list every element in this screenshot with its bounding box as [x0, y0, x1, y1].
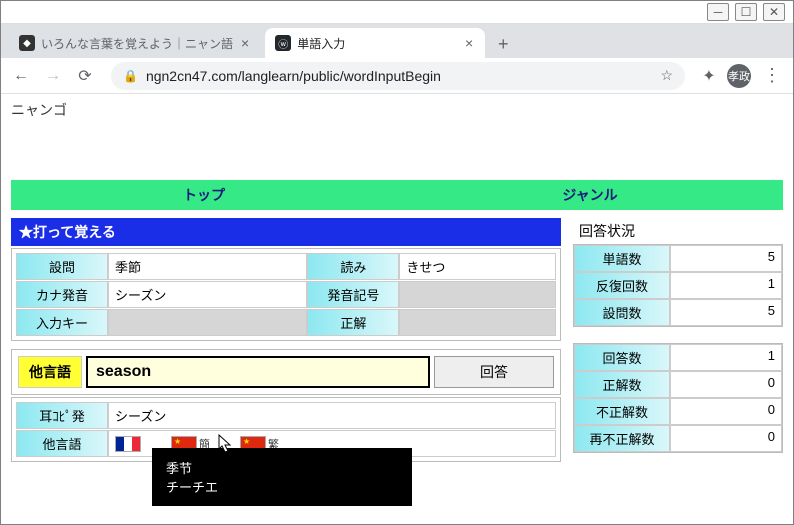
kebab-menu-icon[interactable]: ⋮ [759, 65, 785, 86]
table-row: 設問数 5 [574, 299, 782, 326]
tooltip-line1: 季节 [166, 458, 398, 477]
section-header: ★打って覚える [11, 218, 561, 246]
back-button[interactable]: ← [9, 64, 33, 88]
stats-value: 5 [670, 299, 782, 326]
new-tab-button[interactable]: + [489, 30, 517, 58]
table-row: 回答数 1 [574, 344, 782, 371]
value-inputkey [108, 309, 307, 336]
stats-label: 正解数 [574, 371, 670, 398]
label-kana: カナ発音 [16, 281, 108, 308]
value-correct [399, 309, 556, 336]
bookmark-star-icon[interactable]: ☆ [660, 67, 673, 84]
stats-header: 回答状況 [573, 218, 783, 244]
label-phonetic: 発音記号 [307, 281, 399, 308]
window-minimize-button[interactable]: ─ [707, 3, 729, 21]
tab-close-icon[interactable]: × [239, 35, 251, 51]
flag-tooltip: 季节 チーチエ [152, 448, 412, 506]
left-column: ★打って覚える 設問 季節 読み きせつ カナ発音 シーズン 発音記号 [11, 218, 561, 462]
answer-block: 他言語 回答 [11, 349, 561, 395]
value-phonetic [399, 281, 556, 308]
extra-block: 耳ｺﾋﾟ発 シーズン 他言語 簡 [11, 397, 561, 462]
tooltip-line2: チーチエ [166, 477, 398, 496]
france-flag-icon [115, 436, 141, 452]
stats-label: 回答数 [574, 344, 670, 371]
profile-avatar[interactable]: 孝政 [727, 64, 751, 88]
value-reading: きせつ [399, 253, 556, 280]
tab-close-icon[interactable]: × [463, 35, 475, 51]
table-row: 耳ｺﾋﾟ発 シーズン [16, 402, 556, 429]
browser-tab-active[interactable]: ⓦ 単語入力 × [265, 28, 485, 58]
table-row: 単語数 5 [574, 245, 782, 272]
stats-label: 反復回数 [574, 272, 670, 299]
label-reading: 読み [307, 253, 399, 280]
value-earcopy: シーズン [108, 402, 556, 429]
table-row: 入力キー 正解 [16, 309, 556, 336]
main-layout: ★打って覚える 設問 季節 読み きせつ カナ発音 シーズン 発音記号 [11, 218, 783, 462]
stats-value: 1 [670, 272, 782, 299]
stats-block-2: 回答数 1 正解数 0 不正解数 0 再不正解数 0 [573, 343, 783, 453]
stats-label: 単語数 [574, 245, 670, 272]
address-bar[interactable]: 🔒 ngn2cn47.com/langlearn/public/wordInpu… [111, 62, 685, 90]
tab-title: いろんな言葉を覚えよう｜ニャン語 [41, 35, 233, 52]
stats-value: 5 [670, 245, 782, 272]
label-correct: 正解 [307, 309, 399, 336]
stats-label: 不正解数 [574, 398, 670, 425]
table-row: 設問 季節 読み きせつ [16, 253, 556, 280]
answer-button[interactable]: 回答 [434, 356, 554, 388]
answer-input[interactable] [86, 356, 430, 388]
browser-tab-inactive[interactable]: ◆ いろんな言葉を覚えよう｜ニャン語 × [9, 28, 261, 58]
stats-value: 0 [670, 398, 782, 425]
stats-value: 0 [670, 425, 782, 452]
stats-label: 設問数 [574, 299, 670, 326]
lock-icon: 🔒 [123, 69, 138, 83]
top-nav: トップ ジャンル [11, 180, 783, 210]
label-inputkey: 入力キー [16, 309, 108, 336]
question-block: 設問 季節 読み きせつ カナ発音 シーズン 発音記号 入力キー 正 [11, 248, 561, 341]
wordpress-favicon-icon: ⓦ [275, 35, 291, 51]
window-controls: ─ ☐ ✕ [1, 1, 793, 24]
label-otherlang: 他言語 [16, 430, 108, 457]
stats-value: 1 [670, 344, 782, 371]
table-row: 再不正解数 0 [574, 425, 782, 452]
tab-title: 単語入力 [297, 35, 457, 52]
browser-toolbar: ← → ⟳ 🔒 ngn2cn47.com/langlearn/public/wo… [1, 58, 793, 94]
forward-button[interactable]: → [41, 64, 65, 88]
extensions-icon[interactable]: ✦ [699, 66, 719, 86]
reload-button[interactable]: ⟳ [73, 64, 97, 88]
window-close-button[interactable]: ✕ [763, 3, 785, 21]
other-language-tag: 他言語 [18, 356, 82, 388]
right-column: 回答状況 単語数 5 反復回数 1 設問数 5 [573, 218, 783, 462]
label-earcopy: 耳ｺﾋﾟ発 [16, 402, 108, 429]
label-question: 設問 [16, 253, 108, 280]
stats-block-1: 単語数 5 反復回数 1 設問数 5 [573, 244, 783, 327]
page-title: ニャンゴ [11, 100, 783, 120]
value-question: 季節 [108, 253, 307, 280]
table-row: カナ発音 シーズン 発音記号 [16, 281, 556, 308]
stats-label: 再不正解数 [574, 425, 670, 452]
table-row: 不正解数 0 [574, 398, 782, 425]
url-text: ngn2cn47.com/langlearn/public/wordInputB… [146, 68, 652, 84]
flag-french[interactable] [115, 436, 141, 452]
tab-strip: ◆ いろんな言葉を覚えよう｜ニャン語 × ⓦ 単語入力 × + [1, 24, 793, 58]
topnav-item-genre[interactable]: ジャンル [397, 180, 783, 210]
page-content: ニャンゴ トップ ジャンル ★打って覚える 設問 季節 読み きせつ カナ発音 [1, 94, 793, 524]
value-kana: シーズン [108, 281, 307, 308]
table-row: 反復回数 1 [574, 272, 782, 299]
window-maximize-button[interactable]: ☐ [735, 3, 757, 21]
favicon-icon: ◆ [19, 35, 35, 51]
table-row: 正解数 0 [574, 371, 782, 398]
browser-window: ─ ☐ ✕ ◆ いろんな言葉を覚えよう｜ニャン語 × ⓦ 単語入力 × + ← … [0, 0, 794, 525]
stats-value: 0 [670, 371, 782, 398]
topnav-item-top[interactable]: トップ [11, 180, 397, 210]
